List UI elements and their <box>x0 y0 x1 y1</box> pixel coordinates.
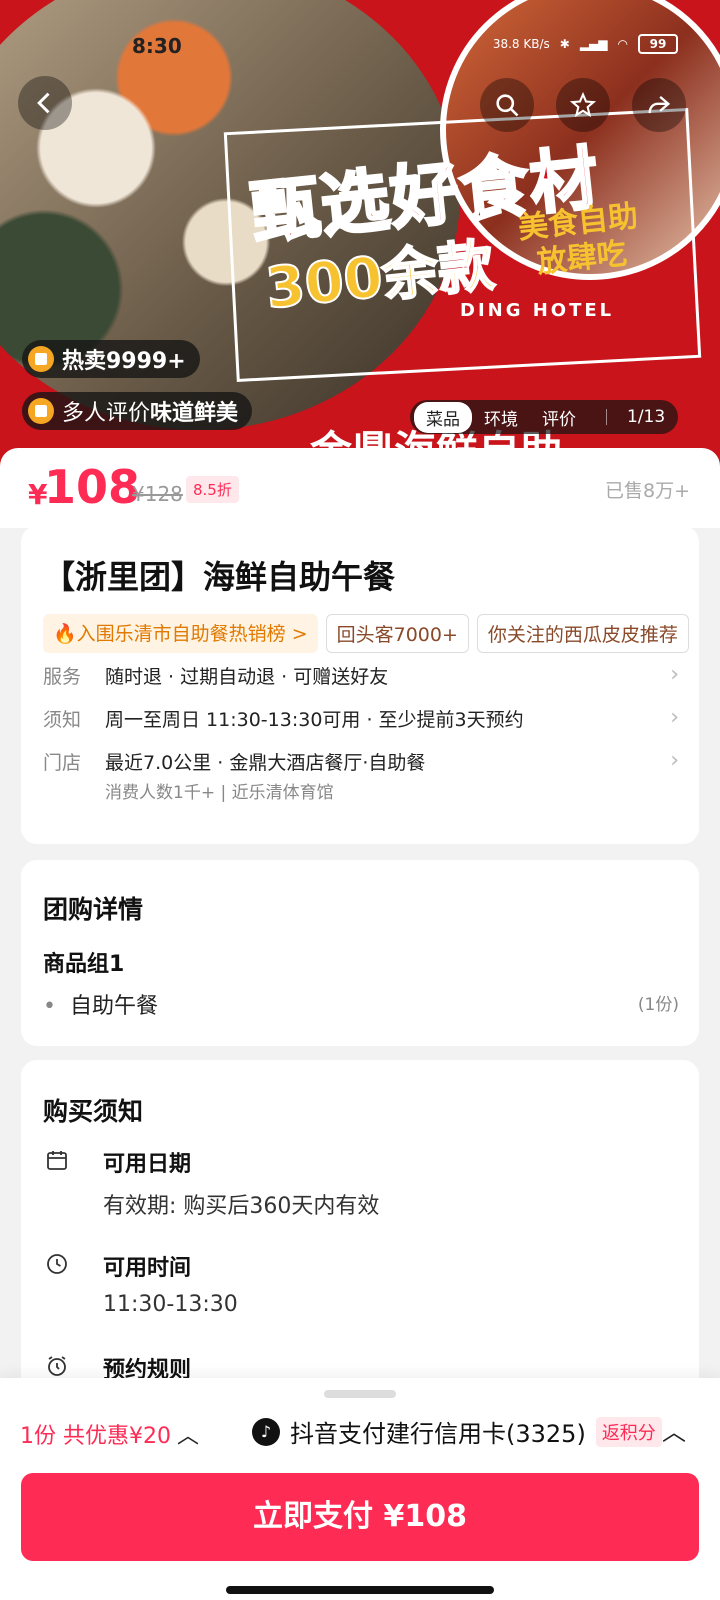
store-sub-info: 消费人数1千+ | 近乐清体育馆 <box>105 783 334 803</box>
valid-time-title: 可用时间 <box>103 1256 192 1281</box>
douyin-pay-icon: ♪ <box>252 1417 280 1446</box>
tab-dishes[interactable]: 菜品 <box>414 401 472 433</box>
chevron-up-icon: ︿ <box>176 1424 199 1449</box>
pay-now-button[interactable]: 立即支付 ¥108 <box>21 1473 699 1561</box>
coupon-text: 1份 共优惠¥20 <box>20 1424 171 1449</box>
hero-hotel-name: DING HOTEL <box>460 300 615 321</box>
clock-icon <box>47 1254 67 1274</box>
wifi-icon: ◠ <box>617 37 628 51</box>
comment-icon <box>28 398 54 424</box>
notice-label: 须知 <box>43 709 82 731</box>
repeat-customer-tag: 回头客7000+ <box>325 614 469 653</box>
discount-badge: 8.5折 <box>186 476 239 503</box>
gallery-page-count: 1/13 <box>627 407 666 427</box>
tag-list: 🔥入围乐清市自助餐热销榜 > 回头客7000+ 你关注的西瓜皮皮推荐 <box>43 614 699 653</box>
group-name: 商品组1 <box>43 952 125 977</box>
hero-gallery[interactable]: 甄选好食材 300余款 美食自助 放肆吃 DING HOTEL 金鼎海鲜自助 8… <box>0 0 720 470</box>
chevron-right-icon: › <box>670 662 679 687</box>
product-info-card: 【浙里团】海鲜自助午餐 🔥入围乐清市自助餐热销榜 > 回头客7000+ 你关注的… <box>21 526 699 844</box>
store-label: 门店 <box>43 752 82 774</box>
back-button[interactable] <box>18 76 72 130</box>
status-time: 8:30 <box>132 34 182 58</box>
notice-value: 周一至周日 11:30-13:30可用 · 至少提前3天预约 <box>105 709 524 731</box>
chevron-right-icon: › <box>670 748 679 773</box>
item-quantity: (1份) <box>637 995 679 1015</box>
valid-date-title: 可用日期 <box>103 1152 192 1177</box>
drag-handle[interactable] <box>324 1390 396 1398</box>
ranking-tag[interactable]: 🔥入围乐清市自助餐热销榜 > <box>43 614 318 653</box>
bag-icon <box>28 346 54 372</box>
payment-method-selector[interactable]: ♪ 抖音支付建行信用卡(3325) 返积分 <box>252 1414 662 1449</box>
search-icon <box>496 94 519 117</box>
gallery-tabs: 菜品 环境 评价 1/13 <box>410 400 678 434</box>
price-amount: 108 <box>44 460 141 514</box>
coupon-summary[interactable]: 1份 共优惠¥20 ︿ <box>20 1418 199 1450</box>
hot-sale-badge: 热卖9999+ <box>22 340 200 378</box>
item-name: 自助午餐 <box>69 994 158 1019</box>
service-label: 服务 <box>43 666 82 688</box>
share-icon <box>648 95 671 114</box>
tab-environment[interactable]: 环境 <box>472 402 530 433</box>
back-arrow-icon <box>37 92 50 114</box>
search-button[interactable] <box>480 78 534 132</box>
group-detail-heading: 团购详情 <box>43 895 144 924</box>
review-prefix: 多人评价 <box>62 401 151 426</box>
calendar-icon <box>47 1151 67 1170</box>
signal-icon: ▂▄▆ <box>579 37 608 51</box>
valid-time-value: 11:30-13:30 <box>103 1292 238 1317</box>
original-price: ¥128 <box>132 482 183 506</box>
tab-divider <box>606 409 607 425</box>
home-indicator[interactable] <box>226 1586 494 1594</box>
network-speed: 38.8 KB/s <box>492 37 550 51</box>
hot-sale-text: 热卖9999+ <box>62 349 186 374</box>
list-item: • 自助午餐 (1份) <box>43 988 679 1020</box>
battery-icon: 99 <box>638 34 678 54</box>
valid-date-value: 有效期: 购买后360天内有效 <box>103 1194 380 1219</box>
alarm-icon <box>48 1356 66 1376</box>
bullet-icon: • <box>43 994 56 1019</box>
store-value: 最近7.0公里 · 金鼎大酒店餐厅·自助餐 <box>105 752 426 774</box>
payment-method-label: 抖音支付建行信用卡(3325) <box>290 1420 586 1448</box>
tab-reviews[interactable]: 评价 <box>530 402 588 433</box>
recommend-tag: 你关注的西瓜皮皮推荐 <box>476 614 689 653</box>
bluetooth-icon: ✱ <box>559 37 570 51</box>
points-badge: 返积分 <box>595 1416 662 1447</box>
share-button[interactable] <box>632 78 686 132</box>
review-highlight: 味道鲜美 <box>150 401 239 426</box>
review-badge: 多人评价 味道鲜美 <box>22 392 253 430</box>
checkout-bar: 1份 共优惠¥20 ︿ ♪ 抖音支付建行信用卡(3325) 返积分 ︿ 立即支付 … <box>0 1378 720 1600</box>
chevron-up-icon[interactable]: ︿ <box>662 1412 686 1447</box>
chevron-right-icon: › <box>670 705 679 730</box>
service-value: 随时退 · 过期自动退 · 可赠送好友 <box>105 666 389 688</box>
hero-slogan: 美食自助 放肆吃 <box>517 199 644 283</box>
favorite-button[interactable] <box>556 78 610 132</box>
status-bar: 8:30 38.8 KB/s ✱ ▂▄▆ ◠ 99 <box>0 34 720 64</box>
status-icons: 38.8 KB/s ✱ ▂▄▆ ◠ 99 <box>493 34 678 54</box>
sold-count: 已售8万+ <box>604 480 690 502</box>
price-section: ¥ 108 ¥128 8.5折 已售8万+ <box>0 448 720 528</box>
product-title: 【浙里团】海鲜自助午餐 <box>43 558 396 596</box>
star-icon <box>569 91 597 118</box>
group-detail-card: 团购详情 商品组1 • 自助午餐 (1份) <box>21 860 699 1046</box>
purchase-notice-heading: 购买须知 <box>43 1097 144 1126</box>
